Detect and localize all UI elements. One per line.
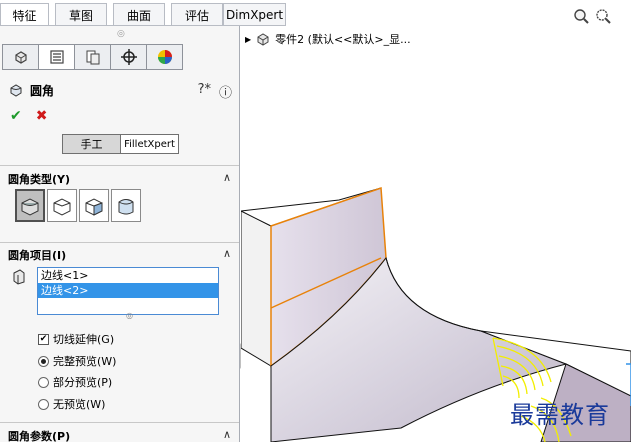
- chevron-up-icon[interactable]: ∧: [223, 428, 231, 441]
- full-preview-option[interactable]: 完整预览(W): [38, 353, 116, 369]
- list-item[interactable]: 边线<1>: [38, 268, 218, 283]
- face-fillet-button[interactable]: [79, 189, 109, 222]
- chevron-up-icon[interactable]: ∧: [223, 171, 231, 184]
- no-preview-label: 无预览(W): [53, 398, 106, 411]
- section-divider: [0, 165, 239, 166]
- no-preview-option[interactable]: 无预览(W): [38, 396, 105, 412]
- configuration-manager-tab[interactable]: [74, 44, 111, 70]
- list-resize-handle[interactable]: ◎: [126, 311, 133, 320]
- fillet-mode-toggle: 手工 FilletXpert: [62, 134, 179, 154]
- manual-mode-button[interactable]: 手工: [62, 134, 121, 154]
- partial-preview-option[interactable]: 部分预览(P): [38, 374, 112, 390]
- section-divider: [0, 242, 239, 243]
- tangent-propagation-label: 切线延伸(G): [53, 333, 115, 346]
- cancel-button[interactable]: ✖: [36, 108, 48, 124]
- feature-manager-icon: [14, 51, 27, 64]
- tab-evaluate[interactable]: 评估: [171, 3, 223, 26]
- variable-radius-fillet-icon: [53, 197, 71, 216]
- fillet-type-buttons: [15, 189, 141, 222]
- tab-surfaces[interactable]: 曲面: [113, 3, 165, 26]
- ok-cancel-row: ✔ ✖: [10, 108, 47, 124]
- constant-radius-fillet-icon: [21, 197, 39, 216]
- no-preview-radio[interactable]: [38, 398, 49, 410]
- property-manager-icon: [49, 50, 64, 64]
- tangent-propagation-checkbox[interactable]: ✔: [38, 333, 49, 345]
- chevron-up-icon[interactable]: ∧: [223, 247, 231, 260]
- variable-radius-fillet-button[interactable]: [47, 189, 77, 222]
- help-icons: ?* ⓘ: [198, 82, 232, 101]
- part-name: 零件2 (默认<<默认>_显...: [275, 33, 411, 46]
- filletxpert-mode-button[interactable]: FilletXpert: [121, 134, 179, 154]
- display-manager-tab[interactable]: [146, 44, 183, 70]
- pm-header: 圆角 ?* ⓘ: [8, 80, 236, 101]
- help-icon[interactable]: ⓘ: [219, 82, 232, 101]
- partial-preview-radio[interactable]: [38, 376, 49, 388]
- page-title: 圆角: [30, 83, 55, 98]
- configuration-manager-icon: [86, 50, 99, 65]
- feature-manager-tab[interactable]: [2, 44, 39, 70]
- ok-button[interactable]: ✔: [10, 108, 22, 124]
- edge-selection-icon: [13, 269, 25, 285]
- heads-up-view-toolbar: [572, 7, 612, 25]
- tab-dimxpert[interactable]: DimXpert: [223, 3, 286, 26]
- section-title-fillet-items[interactable]: 圆角项目(I): [8, 247, 66, 263]
- panel-collapse-handle[interactable]: ◎: [117, 29, 125, 39]
- zoom-to-area-icon[interactable]: [594, 7, 612, 25]
- full-preview-label: 完整预览(W): [53, 355, 117, 368]
- zoom-to-fit-icon[interactable]: [572, 7, 590, 25]
- section-title-fillet-type[interactable]: 圆角类型(Y): [8, 171, 70, 187]
- full-round-fillet-icon: [118, 198, 134, 214]
- expand-arrow-icon[interactable]: ▶: [245, 35, 251, 44]
- property-manager-tab[interactable]: [38, 44, 75, 70]
- detailed-help-icon[interactable]: ?*: [198, 82, 211, 101]
- tab-sketch[interactable]: 草图: [55, 3, 107, 26]
- graphics-area[interactable]: ▶ 零件2 (默认<<默认>_显...: [241, 26, 631, 442]
- dimxpert-manager-tab[interactable]: [110, 44, 147, 70]
- selected-edges-list[interactable]: 边线<1> 边线<2>: [37, 267, 219, 315]
- tab-features[interactable]: 特征: [0, 3, 49, 27]
- manager-tabs: [2, 44, 238, 70]
- watermark: 最需教育: [510, 401, 610, 429]
- full-round-fillet-button[interactable]: [111, 189, 141, 222]
- section-title-fillet-params[interactable]: 圆角参数(P): [8, 428, 70, 442]
- command-manager-tabs: 特征 草图 曲面 评估 DimXpert: [0, 0, 631, 27]
- list-item-selected[interactable]: 边线<2>: [38, 283, 218, 298]
- full-preview-radio[interactable]: [38, 355, 49, 367]
- section-divider: [0, 422, 239, 423]
- feature-tree-flyout[interactable]: ▶ 零件2 (默认<<默认>_显...: [245, 31, 411, 47]
- tangent-propagation-row[interactable]: ✔ 切线延伸(G): [38, 331, 114, 347]
- part-model-view: [241, 186, 631, 442]
- property-manager-panel: ◎ 圆角 ?* ⓘ ✔ ✖ 手工 FilletXpert 圆角类型(Y) ∧ 圆…: [0, 26, 240, 442]
- display-manager-icon: [157, 50, 172, 64]
- face-fillet-icon: [85, 197, 103, 216]
- partial-preview-label: 部分预览(P): [53, 376, 113, 389]
- part-icon: [257, 33, 269, 46]
- fillet-feature-icon: [10, 84, 22, 97]
- constant-radius-fillet-button[interactable]: [15, 189, 45, 222]
- dimxpert-manager-icon: [120, 49, 137, 65]
